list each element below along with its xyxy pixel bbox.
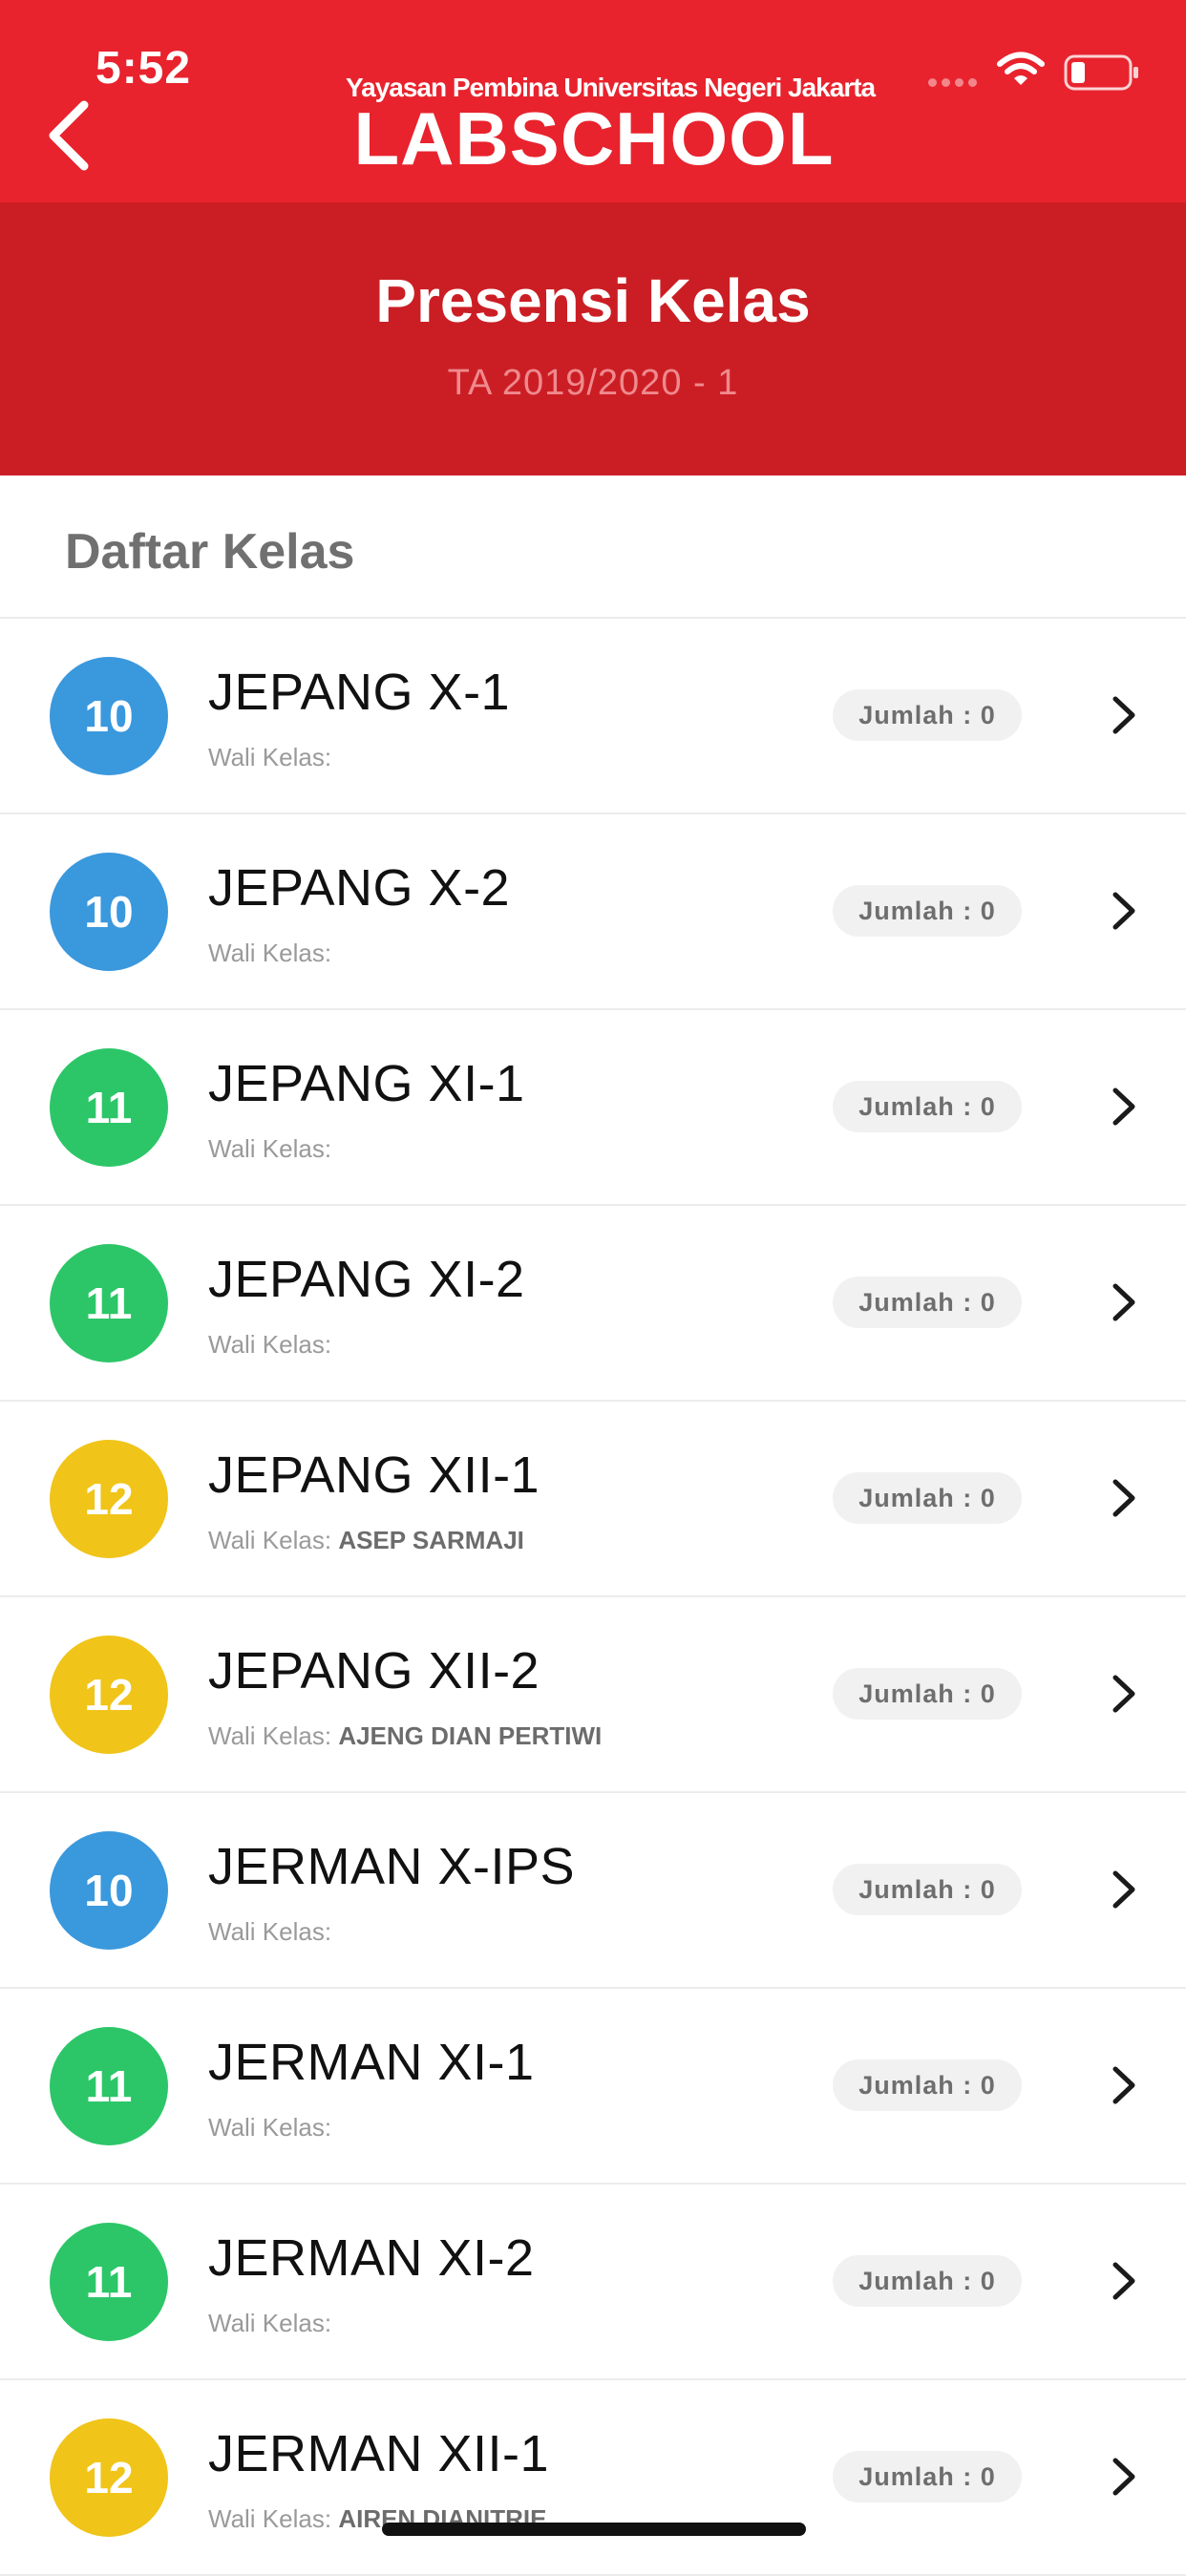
class-name: JEPANG XII-2 — [208, 1642, 540, 1700]
back-button[interactable] — [42, 95, 99, 176]
class-list-item[interactable]: 12 JERMAN XII-1 Wali Kelas: AIREN DIANITRI… — [0, 2380, 1186, 2576]
status-time: 5:52 — [95, 43, 192, 94]
home-indicator[interactable] — [382, 2523, 806, 2536]
page-title: Presensi Kelas — [375, 266, 811, 335]
grade-badge: 10 — [50, 1831, 168, 1950]
class-name: JEPANG X-1 — [208, 664, 511, 721]
wali-kelas-prefix: Wali Kelas: — [208, 1330, 332, 1359]
wali-kelas-prefix: Wali Kelas: — [208, 1721, 332, 1750]
grade-badge: 12 — [50, 1636, 168, 1754]
chevron-right-icon — [1112, 1479, 1135, 1517]
wali-kelas-label: Wali Kelas: ASEP SARMAJI — [208, 1526, 524, 1555]
attendance-count-badge: Jumlah : 0 — [833, 689, 1022, 741]
class-list-item[interactable]: 11 JERMAN XI-2 Wali Kelas: Jumlah : 0 — [0, 2185, 1186, 2380]
class-name: JEPANG XI-2 — [208, 1251, 525, 1308]
chevron-right-icon — [1112, 2066, 1135, 2104]
cellular-signal-icon — [928, 78, 977, 87]
logo-name: LABSCHOOL — [353, 96, 835, 180]
wali-kelas-label: Wali Kelas: — [208, 1330, 331, 1360]
class-list-item[interactable]: 12 JEPANG XII-2 Wali Kelas: AJENG DIAN PER… — [0, 1597, 1186, 1793]
attendance-count-badge: Jumlah : 0 — [833, 1668, 1022, 1720]
labschool-logo: Yayasan Pembina Universitas Negeri Jakar… — [346, 73, 876, 180]
wifi-icon — [997, 52, 1045, 85]
battery-icon — [1064, 54, 1138, 91]
attendance-count-badge: Jumlah : 0 — [833, 1081, 1022, 1132]
wali-kelas-label: Wali Kelas: — [208, 1134, 331, 1164]
wali-kelas-prefix: Wali Kelas: — [208, 743, 332, 771]
attendance-count-badge: Jumlah : 0 — [833, 2451, 1022, 2502]
grade-badge: 12 — [50, 2418, 168, 2537]
grade-badge: 11 — [50, 1244, 168, 1362]
page-banner: Presensi Kelas TA 2019/2020 - 1 — [0, 202, 1186, 475]
chevron-right-icon — [1112, 892, 1135, 930]
chevron-right-icon — [1112, 2458, 1135, 2496]
chevron-right-icon — [1112, 1870, 1135, 1909]
wali-kelas-label: Wali Kelas: — [208, 743, 331, 772]
wali-kelas-prefix: Wali Kelas: — [208, 1917, 332, 1946]
class-list-item[interactable]: 11 JERMAN XI-1 Wali Kelas: Jumlah : 0 — [0, 1989, 1186, 2185]
wali-kelas-prefix: Wali Kelas: — [208, 1526, 332, 1554]
class-list: 10 JEPANG X-1 Wali Kelas: Jumlah : 0 10 JEPA… — [0, 617, 1186, 2576]
attendance-count-badge: Jumlah : 0 — [833, 2059, 1022, 2111]
class-list-item[interactable]: 10 JERMAN X-IPS Wali Kelas: Jumlah : 0 — [0, 1793, 1186, 1989]
chevron-right-icon — [1112, 1675, 1135, 1713]
section-title: Daftar Kelas — [65, 524, 355, 580]
class-name: JERMAN X-IPS — [208, 1838, 576, 1895]
class-list-item[interactable]: 10 JEPANG X-1 Wali Kelas: Jumlah : 0 — [0, 619, 1186, 814]
attendance-count-badge: Jumlah : 0 — [833, 1864, 1022, 1915]
wali-kelas-prefix: Wali Kelas: — [208, 939, 332, 967]
wali-kelas-label: Wali Kelas: — [208, 2309, 331, 2338]
wali-kelas-prefix: Wali Kelas: — [208, 1134, 332, 1163]
chevron-right-icon — [1112, 1283, 1135, 1321]
class-list-item[interactable]: 12 JEPANG XII-1 Wali Kelas: ASEP SARMAJI Ju… — [0, 1402, 1186, 1597]
wali-kelas-label: Wali Kelas: — [208, 2113, 331, 2143]
wali-kelas-prefix: Wali Kelas: — [208, 2113, 332, 2142]
wali-kelas-label: Wali Kelas: — [208, 1917, 331, 1947]
chevron-right-icon — [1112, 1087, 1135, 1126]
wali-kelas-name: AJENG DIAN PERTIWI — [338, 1721, 603, 1750]
grade-badge: 12 — [50, 1440, 168, 1558]
grade-badge: 11 — [50, 2027, 168, 2145]
attendance-count-badge: Jumlah : 0 — [833, 1277, 1022, 1328]
class-name: JERMAN XI-1 — [208, 2034, 535, 2091]
app-header: 5:52 Yayasan Pembina Universitas Negeri … — [0, 0, 1186, 202]
class-list-item[interactable]: 11 JEPANG XI-1 Wali Kelas: Jumlah : 0 — [0, 1010, 1186, 1206]
attendance-count-badge: Jumlah : 0 — [833, 2255, 1022, 2307]
class-list-item[interactable]: 11 JEPANG XI-2 Wali Kelas: Jumlah : 0 — [0, 1206, 1186, 1402]
grade-badge: 10 — [50, 853, 168, 971]
attendance-count-badge: Jumlah : 0 — [833, 1472, 1022, 1524]
chevron-left-icon — [49, 100, 89, 171]
class-name: JERMAN XI-2 — [208, 2229, 535, 2287]
wali-kelas-label: Wali Kelas: — [208, 939, 331, 968]
wali-kelas-prefix: Wali Kelas: — [208, 2504, 332, 2533]
wali-kelas-name: ASEP SARMAJI — [338, 1526, 524, 1554]
chevron-right-icon — [1112, 2262, 1135, 2300]
grade-badge: 11 — [50, 1048, 168, 1167]
class-name: JEPANG XII-1 — [208, 1446, 540, 1504]
class-name: JERMAN XII-1 — [208, 2425, 550, 2482]
wali-kelas-label: Wali Kelas: AJENG DIAN PERTIWI — [208, 1721, 602, 1751]
academic-year: TA 2019/2020 - 1 — [447, 363, 739, 403]
class-list-item[interactable]: 10 JEPANG X-2 Wali Kelas: Jumlah : 0 — [0, 814, 1186, 1010]
attendance-count-badge: Jumlah : 0 — [833, 885, 1022, 937]
wali-kelas-prefix: Wali Kelas: — [208, 2309, 332, 2337]
class-name: JEPANG XI-1 — [208, 1055, 525, 1112]
chevron-right-icon — [1112, 696, 1135, 734]
class-name: JEPANG X-2 — [208, 859, 511, 917]
grade-badge: 10 — [50, 657, 168, 775]
grade-badge: 11 — [50, 2223, 168, 2341]
